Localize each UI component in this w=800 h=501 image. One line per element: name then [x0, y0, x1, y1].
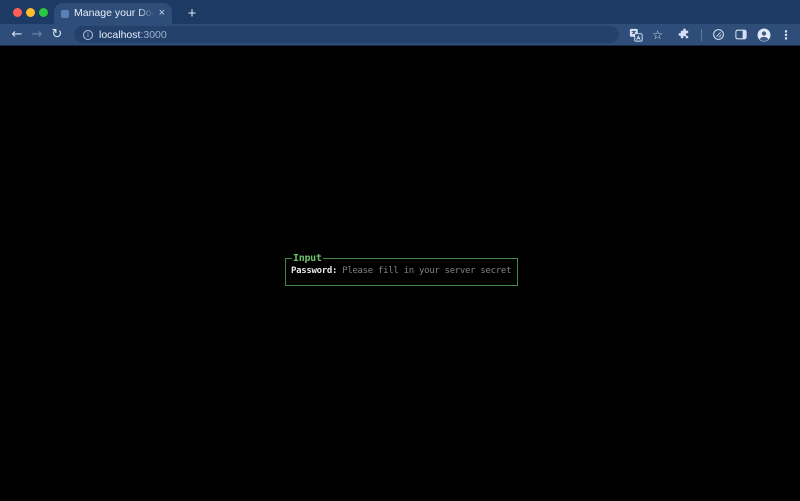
- browser-tab[interactable]: Manage your Docker fleet wi ×: [54, 3, 172, 24]
- reload-button[interactable]: ↻: [48, 26, 66, 44]
- back-button[interactable]: ←: [8, 26, 26, 44]
- extension-action-icon[interactable]: [712, 28, 725, 41]
- tab-title-fade: [138, 7, 154, 20]
- site-info-icon[interactable]: i: [83, 30, 93, 40]
- url-port: :3000: [140, 29, 166, 41]
- browser-menu-icon[interactable]: ⋮: [780, 28, 792, 42]
- extensions-puzzle-icon[interactable]: [678, 28, 691, 41]
- new-tab-button[interactable]: +: [180, 3, 204, 24]
- window-close-button[interactable]: [13, 8, 22, 17]
- browser-toolbar: ← → ↻ i localhost:3000 ☆ ⋮: [0, 24, 800, 46]
- page-content: Input Password: Please fill in your serv…: [0, 46, 800, 500]
- bookmark-star-icon[interactable]: ☆: [652, 28, 663, 42]
- address-bar[interactable]: i localhost:3000: [74, 26, 619, 43]
- url-text: localhost:3000: [99, 29, 167, 41]
- tab-strip: Manage your Docker fleet wi × +: [0, 0, 800, 24]
- password-label: Password:: [291, 266, 337, 276]
- tab-close-icon[interactable]: ×: [159, 8, 165, 19]
- forward-button[interactable]: →: [28, 26, 46, 44]
- window-minimize-button[interactable]: [26, 8, 35, 17]
- input-panel: Input Password: Please fill in your serv…: [285, 258, 518, 286]
- translate-icon[interactable]: [629, 28, 643, 42]
- input-panel-title: Input: [292, 252, 323, 265]
- side-panel-icon[interactable]: [734, 28, 748, 41]
- password-placeholder: Please fill in your server secret: [342, 266, 511, 276]
- window-controls: [13, 8, 48, 17]
- profile-avatar-icon[interactable]: [757, 28, 771, 42]
- tab-favicon-icon: [61, 10, 69, 18]
- window-maximize-button[interactable]: [39, 8, 48, 17]
- toolbar-divider: [701, 29, 702, 41]
- url-host: localhost: [99, 29, 140, 41]
